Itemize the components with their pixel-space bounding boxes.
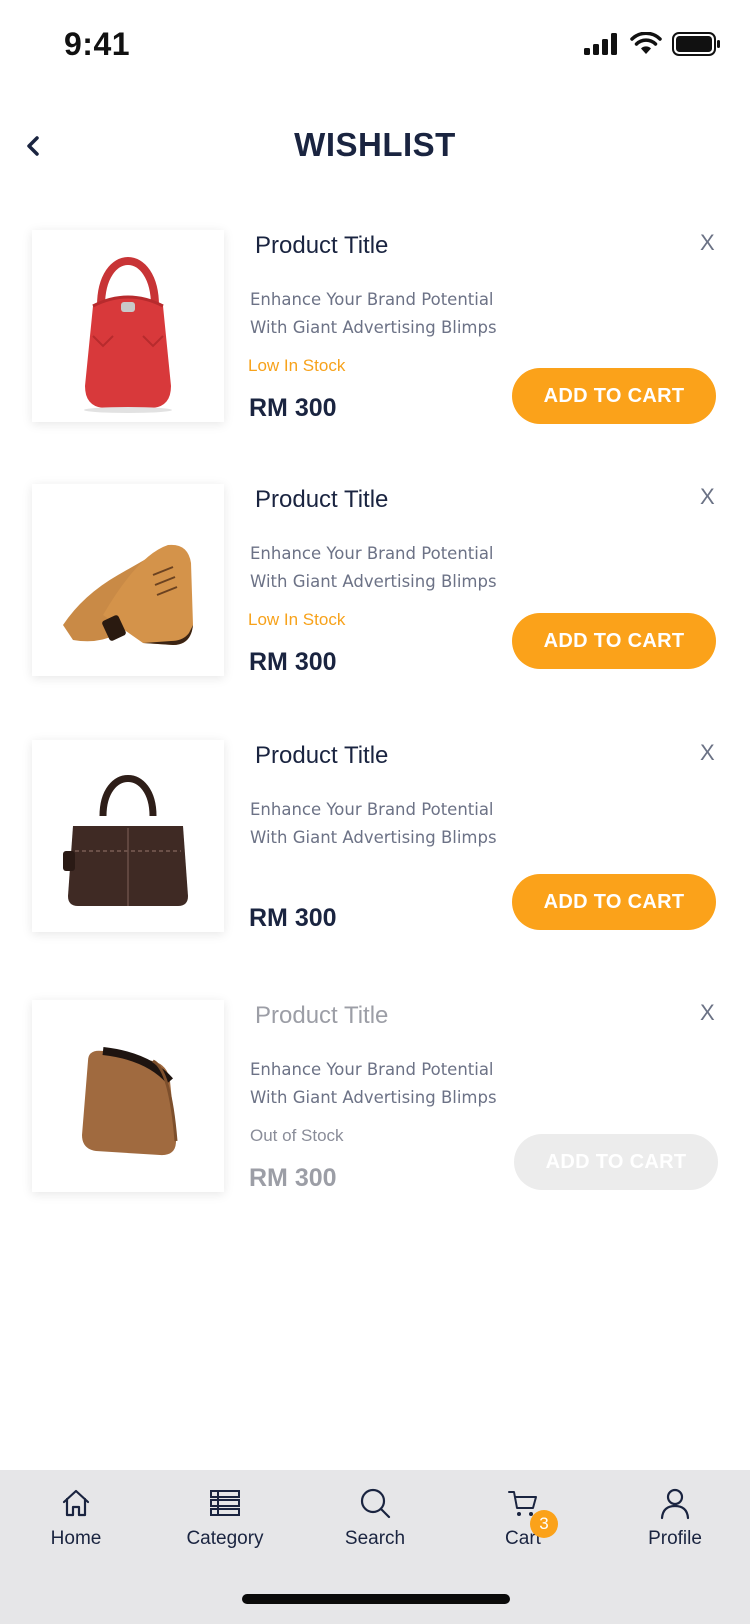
add-to-cart-button[interactable]: ADD TO CART <box>512 874 716 930</box>
description-line: Enhance Your Brand Potential <box>250 1060 494 1079</box>
brown-shoes-icon <box>63 544 193 645</box>
nav-profile[interactable]: Profile <box>620 1486 730 1550</box>
status-time: 9:41 <box>64 26 131 62</box>
remove-button[interactable]: X <box>700 740 715 766</box>
add-to-cart-button[interactable]: ADD TO CART <box>512 613 716 669</box>
nav-label: Cart <box>505 1528 541 1549</box>
search-icon <box>360 1488 391 1519</box>
home-indicator <box>242 1594 510 1604</box>
signal-icon <box>584 33 617 55</box>
product-title[interactable]: Product Title <box>255 742 388 770</box>
remove-button[interactable]: X <box>700 484 715 510</box>
description-line: With Giant Advertising Blimps <box>250 572 497 591</box>
nav-label: Category <box>186 1528 264 1549</box>
product-description: Enhance Your Brand Potential With Giant … <box>250 1056 510 1112</box>
list-icon <box>210 1490 240 1516</box>
wishlist-item: Product Title Enhance Your Brand Potenti… <box>0 1000 750 1200</box>
add-to-cart-button-disabled: ADD TO CART <box>514 1134 718 1190</box>
description-line: With Giant Advertising Blimps <box>250 828 497 847</box>
product-image-brown-shoes[interactable] <box>32 484 224 676</box>
description-line: With Giant Advertising Blimps <box>250 1088 497 1107</box>
description-line: Enhance Your Brand Potential <box>250 544 494 563</box>
product-title[interactable]: Product Title <box>255 232 388 260</box>
status-icons <box>584 32 722 56</box>
stock-status: Low In Stock <box>248 356 346 375</box>
battery-icon <box>672 32 720 56</box>
stock-status: Out of Stock <box>250 1126 344 1145</box>
product-description: Enhance Your Brand Potential With Giant … <box>250 796 510 852</box>
nav-label: Search <box>344 1528 406 1549</box>
product-price: RM 300 <box>249 394 337 422</box>
stock-status: Low In Stock <box>248 610 346 629</box>
nav-home[interactable]: Home <box>21 1486 131 1550</box>
product-title[interactable]: Product Title <box>255 486 388 514</box>
product-description: Enhance Your Brand Potential With Giant … <box>250 286 510 342</box>
nav-category[interactable]: Category <box>170 1486 280 1550</box>
product-image-tan-pouch[interactable] <box>32 1000 224 1192</box>
cart-count-badge: 3 <box>530 1510 558 1538</box>
nav-label: Profile <box>648 1528 702 1549</box>
home-icon <box>62 1489 90 1517</box>
add-to-cart-button[interactable]: ADD TO CART <box>512 368 716 424</box>
header: WISHLIST <box>0 100 750 194</box>
remove-button[interactable]: X <box>700 230 715 256</box>
product-price: RM 300 <box>249 648 337 676</box>
nav-search[interactable]: Search <box>320 1486 430 1550</box>
product-title[interactable]: Product Title <box>255 1002 388 1030</box>
nav-label: Home <box>50 1528 102 1549</box>
description-line: With Giant Advertising Blimps <box>250 318 497 337</box>
description-line: Enhance Your Brand Potential <box>250 800 494 819</box>
tan-pouch-icon <box>82 1047 178 1156</box>
wifi-icon <box>630 32 662 54</box>
nav-cart[interactable]: 3 Cart <box>468 1486 578 1550</box>
wishlist-item: Product Title Enhance Your Brand Potenti… <box>0 484 750 684</box>
description-line: Enhance Your Brand Potential <box>250 290 494 309</box>
profile-icon <box>660 1488 690 1520</box>
product-image-dark-duffel-bag[interactable] <box>32 740 224 932</box>
dark-duffel-bag-icon <box>63 775 188 906</box>
red-handbag-icon <box>84 257 172 413</box>
product-description: Enhance Your Brand Potential With Giant … <box>250 540 510 596</box>
wishlist-item: Product Title Enhance Your Brand Potenti… <box>0 230 750 430</box>
wishlist-item: Product Title Enhance Your Brand Potenti… <box>0 740 750 940</box>
remove-button[interactable]: X <box>700 1000 715 1026</box>
page-title: WISHLIST <box>294 126 456 163</box>
product-price: RM 300 <box>249 1164 337 1192</box>
status-bar: 9:41 <box>0 0 750 92</box>
product-price: RM 300 <box>249 904 337 932</box>
product-image-red-handbag[interactable] <box>32 230 224 422</box>
